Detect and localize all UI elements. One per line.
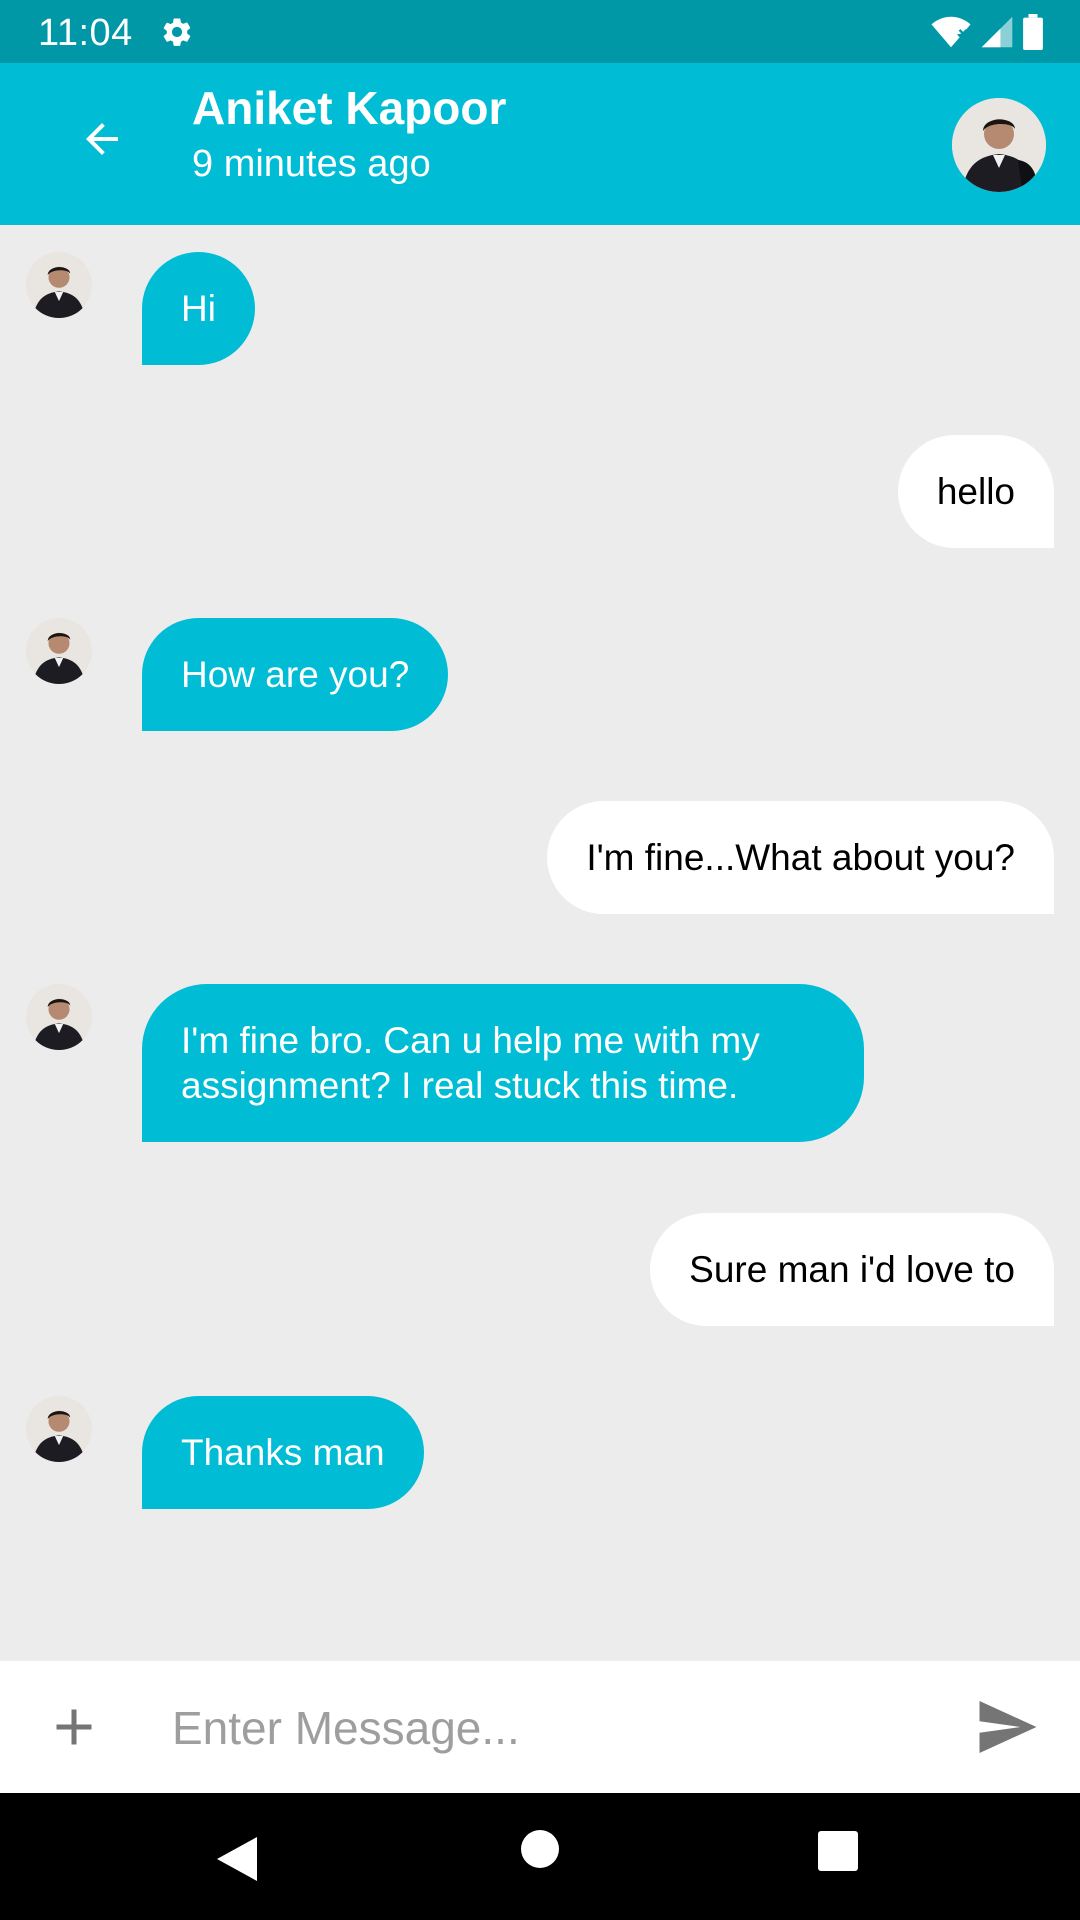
incoming-message[interactable]: I'm fine bro. Can u help me with my assi… [142, 984, 864, 1142]
gear-icon [163, 18, 191, 46]
message-composer [0, 1661, 1080, 1793]
sender-avatar [26, 1396, 92, 1462]
wifi-icon [931, 16, 971, 48]
sender-avatar [26, 618, 92, 684]
app-bar: Aniket Kapoor 9 minutes ago [0, 63, 1080, 225]
avatar-photo-icon [26, 252, 92, 318]
sender-avatar [26, 252, 92, 318]
nav-home-icon[interactable] [521, 1830, 559, 1868]
status-icons [930, 12, 1044, 52]
incoming-message[interactable]: How are you? [142, 618, 449, 731]
contact-name: Aniket Kapoor [192, 82, 507, 134]
avatar-photo-icon [26, 618, 92, 684]
last-seen-status: 9 minutes ago [192, 143, 431, 185]
send-button[interactable] [978, 1701, 1038, 1753]
contact-avatar[interactable] [952, 98, 1046, 192]
outgoing-message[interactable]: I'm fine...What about you? [547, 801, 1054, 914]
sender-avatar [26, 984, 92, 1050]
system-navigation-bar [0, 1793, 1080, 1920]
status-time: 11:04 [38, 12, 133, 54]
nav-recents-icon[interactable] [818, 1831, 858, 1871]
arrow-left-icon [86, 123, 118, 155]
outgoing-message[interactable]: hello [897, 435, 1054, 548]
battery-icon [1023, 14, 1043, 50]
plus-icon [56, 1709, 92, 1745]
avatar-photo-icon [26, 1396, 92, 1462]
nav-back-icon[interactable] [215, 1835, 259, 1883]
signal-icon [981, 16, 1013, 48]
incoming-message[interactable]: Hi [142, 252, 255, 365]
add-attachment-button[interactable] [44, 1697, 104, 1757]
avatar-photo-icon [952, 98, 1046, 192]
outgoing-message[interactable]: Sure man i'd love to [650, 1213, 1054, 1326]
back-button[interactable] [72, 109, 132, 169]
message-input[interactable] [170, 1691, 934, 1765]
message-list[interactable]: Hi hello How are you? I'm fine...What ab… [0, 225, 1080, 1661]
avatar-photo-icon [26, 984, 92, 1050]
send-icon [979, 1701, 1037, 1753]
incoming-message[interactable]: Thanks man [142, 1396, 424, 1509]
status-bar: 11:04 [0, 0, 1080, 63]
